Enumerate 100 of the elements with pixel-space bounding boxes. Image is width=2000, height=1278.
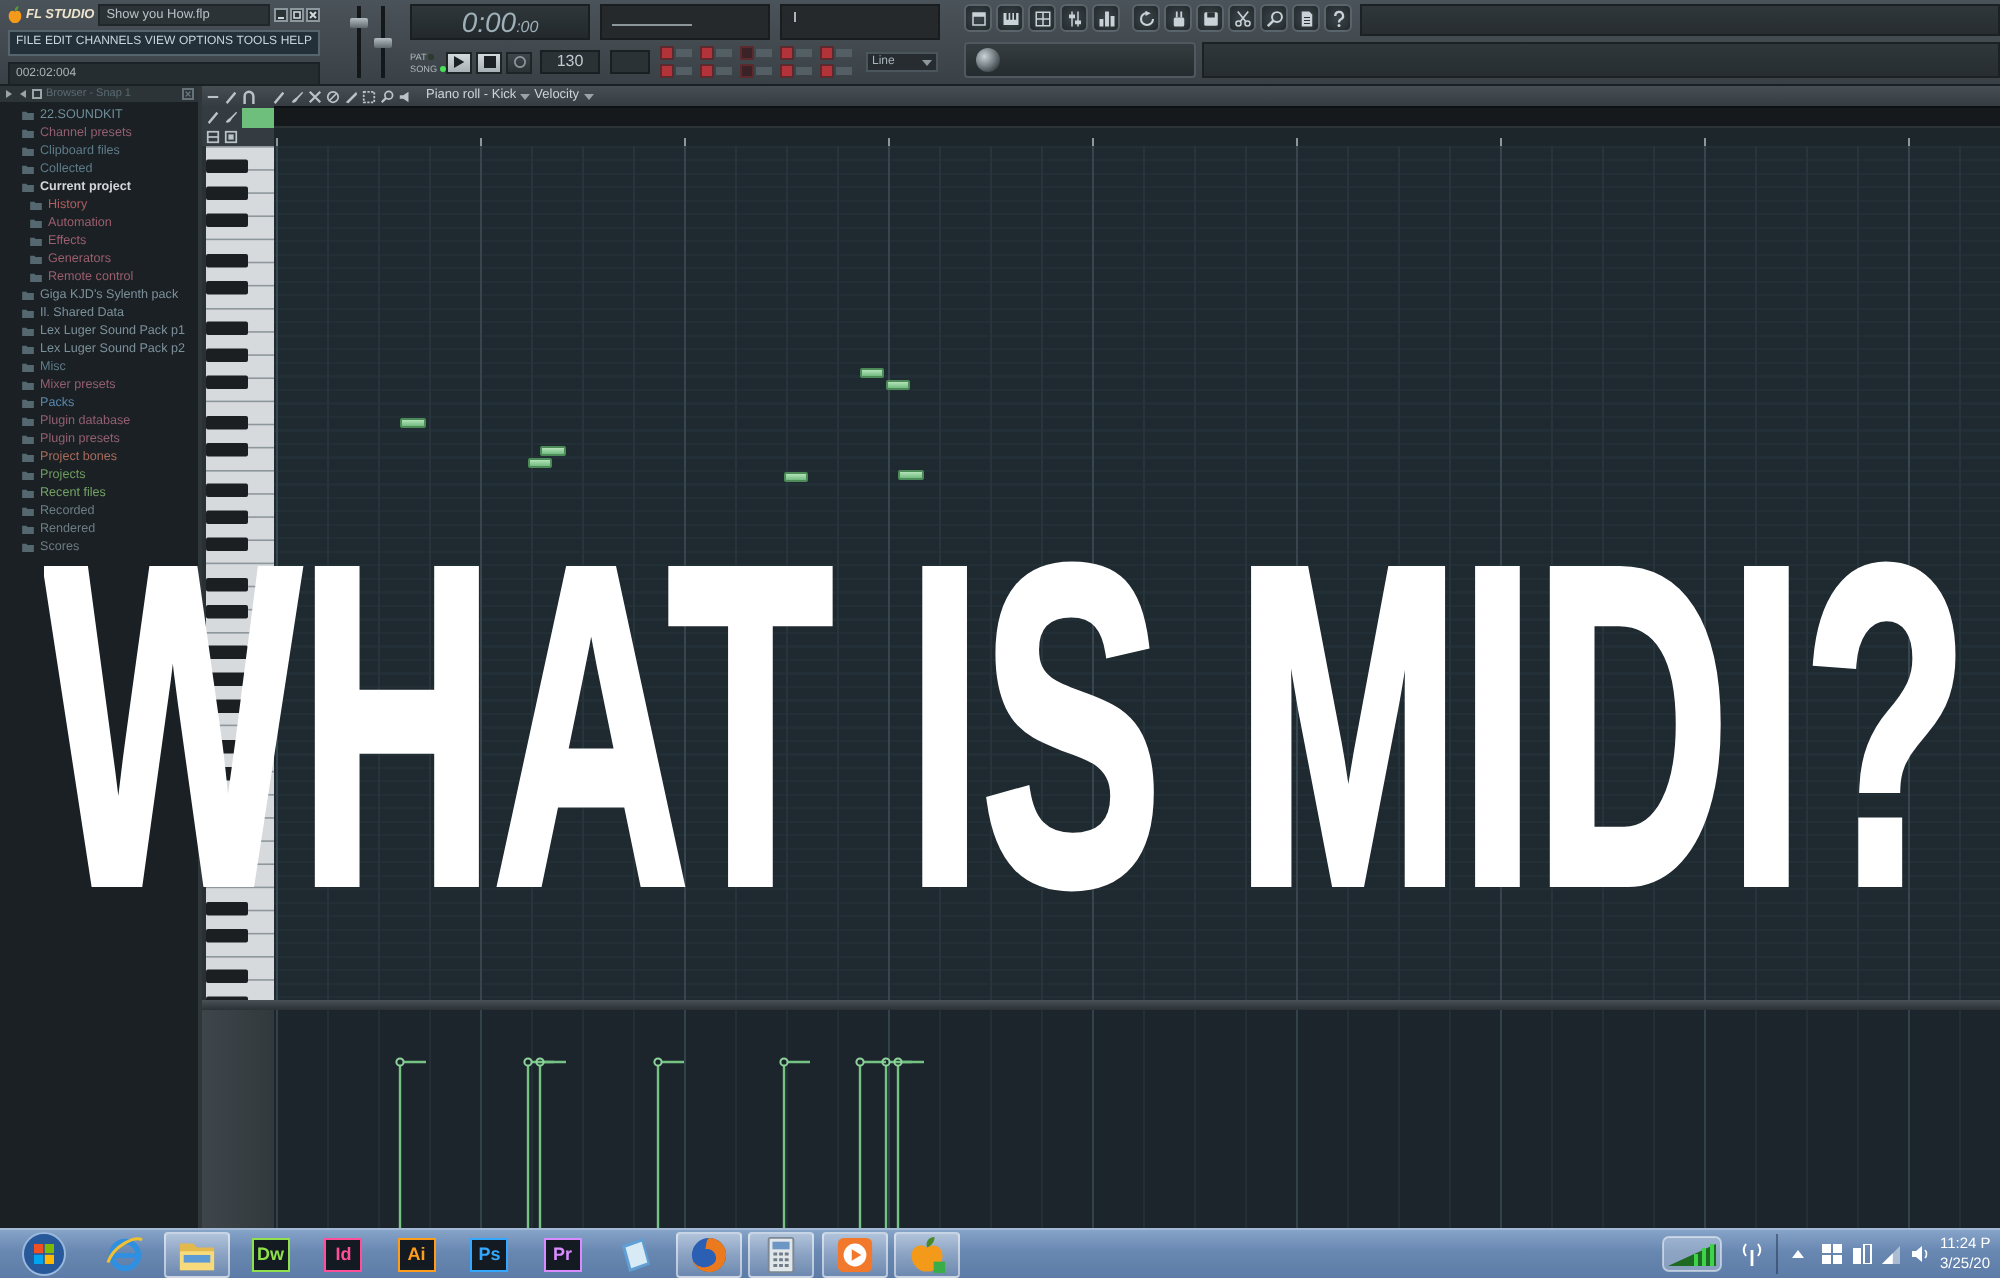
caret-icon[interactable] — [583, 93, 594, 99]
notebook-icon[interactable] — [616, 1235, 655, 1273]
toolbar-button[interactable] — [1260, 4, 1288, 32]
velocity-stem[interactable] — [653, 1057, 686, 1228]
slider-thumb[interactable] — [374, 37, 392, 47]
brush-icon[interactable] — [290, 89, 304, 103]
toggle-icon[interactable] — [780, 64, 814, 78]
toggle-icon[interactable] — [780, 46, 814, 60]
swatch-icon[interactable] — [242, 107, 274, 127]
toggle-icon[interactable] — [700, 46, 734, 60]
speaker-icon[interactable] — [1912, 1244, 1928, 1264]
taskbar-button[interactable] — [164, 1231, 231, 1277]
position-slider[interactable] — [964, 42, 1196, 78]
tempo-display: 130 — [540, 50, 600, 74]
toggle-icon[interactable] — [740, 46, 774, 60]
velocity-stem[interactable] — [535, 1057, 568, 1228]
split-box-icon[interactable] — [206, 130, 220, 144]
note-block[interactable] — [540, 446, 566, 456]
taskbar-button[interactable] — [821, 1231, 888, 1277]
cross-icon[interactable] — [308, 89, 322, 103]
search-icon[interactable] — [380, 89, 394, 103]
page-icon — [1297, 9, 1315, 27]
caret-icon — [922, 59, 932, 65]
toolbar-button[interactable] — [1164, 4, 1192, 32]
collapse-icon[interactable] — [18, 88, 28, 100]
toggle-icon[interactable] — [820, 46, 854, 60]
stop-icon — [483, 56, 495, 68]
battery-icon[interactable] — [1852, 1244, 1872, 1264]
expand-icon[interactable] — [4, 88, 14, 100]
empty-display — [610, 50, 650, 74]
note-block[interactable] — [860, 368, 884, 378]
minimize-icon[interactable] — [274, 8, 288, 22]
toolbar-button[interactable] — [1228, 4, 1256, 32]
caret-icon[interactable] — [520, 93, 531, 99]
fruit-icon — [908, 1235, 947, 1273]
keys-icon — [1001, 9, 1019, 27]
toggle-icon[interactable] — [820, 64, 854, 78]
close-icon[interactable] — [306, 8, 320, 22]
taskbar-button[interactable]: Ai — [397, 1237, 436, 1271]
toolbar-button[interactable] — [1324, 4, 1352, 32]
taskbar-button[interactable]: Pr — [543, 1237, 582, 1271]
velocity-stem[interactable] — [395, 1057, 428, 1228]
taskbar-button[interactable]: Ps — [470, 1237, 509, 1271]
fruit-logo-icon — [8, 6, 22, 24]
taskbar-button[interactable]: Dw — [251, 1237, 290, 1271]
toolbar-button[interactable] — [1060, 4, 1088, 32]
toolbar-button[interactable] — [1132, 4, 1160, 32]
play-icon — [835, 1235, 874, 1273]
signal-meter-icon — [1662, 1236, 1722, 1272]
bars-icon — [1097, 9, 1115, 27]
toggle-icon[interactable] — [660, 46, 694, 60]
chevron-up-icon[interactable] — [1792, 1250, 1804, 1258]
start-icon[interactable] — [22, 1232, 66, 1276]
taskbar-button[interactable] — [675, 1231, 742, 1277]
taskbar-button[interactable]: Id — [324, 1237, 363, 1271]
velocity-stem[interactable] — [855, 1057, 888, 1228]
velocity-stem[interactable] — [779, 1057, 812, 1228]
slider-thumb[interactable] — [350, 18, 368, 29]
note-block[interactable] — [400, 418, 426, 428]
stop-button[interactable] — [476, 51, 502, 73]
record-icon — [513, 56, 525, 68]
toolbar-button[interactable] — [964, 4, 992, 32]
record-button[interactable] — [506, 51, 532, 73]
toolbar-button[interactable] — [996, 4, 1024, 32]
antenna-icon[interactable] — [1742, 1242, 1762, 1266]
slider-thumb[interactable] — [976, 48, 1001, 72]
restore-icon[interactable] — [290, 8, 304, 22]
window-icon — [969, 9, 987, 27]
grid-icon — [1033, 9, 1051, 27]
globe-icon — [689, 1235, 728, 1273]
play-button[interactable] — [446, 51, 472, 73]
time-value: 0:00 — [461, 8, 517, 38]
magnet-icon[interactable] — [242, 89, 256, 103]
taskbar-button[interactable] — [894, 1231, 961, 1277]
note-block[interactable] — [528, 458, 552, 468]
taskbar-button[interactable] — [748, 1231, 815, 1277]
help-icon — [1329, 9, 1347, 27]
play-icon — [453, 56, 465, 68]
slash-circle-icon[interactable] — [326, 89, 340, 103]
note-block[interactable] — [886, 380, 910, 390]
toolbar-button[interactable] — [1028, 4, 1056, 32]
window-icon[interactable] — [32, 88, 42, 100]
refresh-icon — [1137, 9, 1155, 27]
flag-icon[interactable] — [1822, 1244, 1842, 1264]
note-block[interactable] — [898, 470, 924, 480]
toggle-icon[interactable] — [740, 64, 774, 78]
square-icon[interactable] — [224, 130, 238, 144]
brush-icon[interactable] — [224, 110, 238, 124]
toolbar-button[interactable] — [1196, 4, 1224, 32]
sliders-icon — [1065, 9, 1083, 27]
time-fraction: :00 — [516, 18, 539, 36]
plug-icon — [1169, 9, 1187, 27]
toggle-icon[interactable] — [660, 64, 694, 78]
signal-bars-icon[interactable] — [1882, 1245, 1900, 1263]
toolbar-button[interactable] — [1092, 4, 1120, 32]
dashed-box-icon[interactable] — [362, 89, 376, 103]
search-icon — [1265, 9, 1283, 27]
toggle-icon[interactable] — [700, 64, 734, 78]
velocity-stem[interactable] — [893, 1057, 926, 1228]
toolbar-button[interactable] — [1292, 4, 1320, 32]
